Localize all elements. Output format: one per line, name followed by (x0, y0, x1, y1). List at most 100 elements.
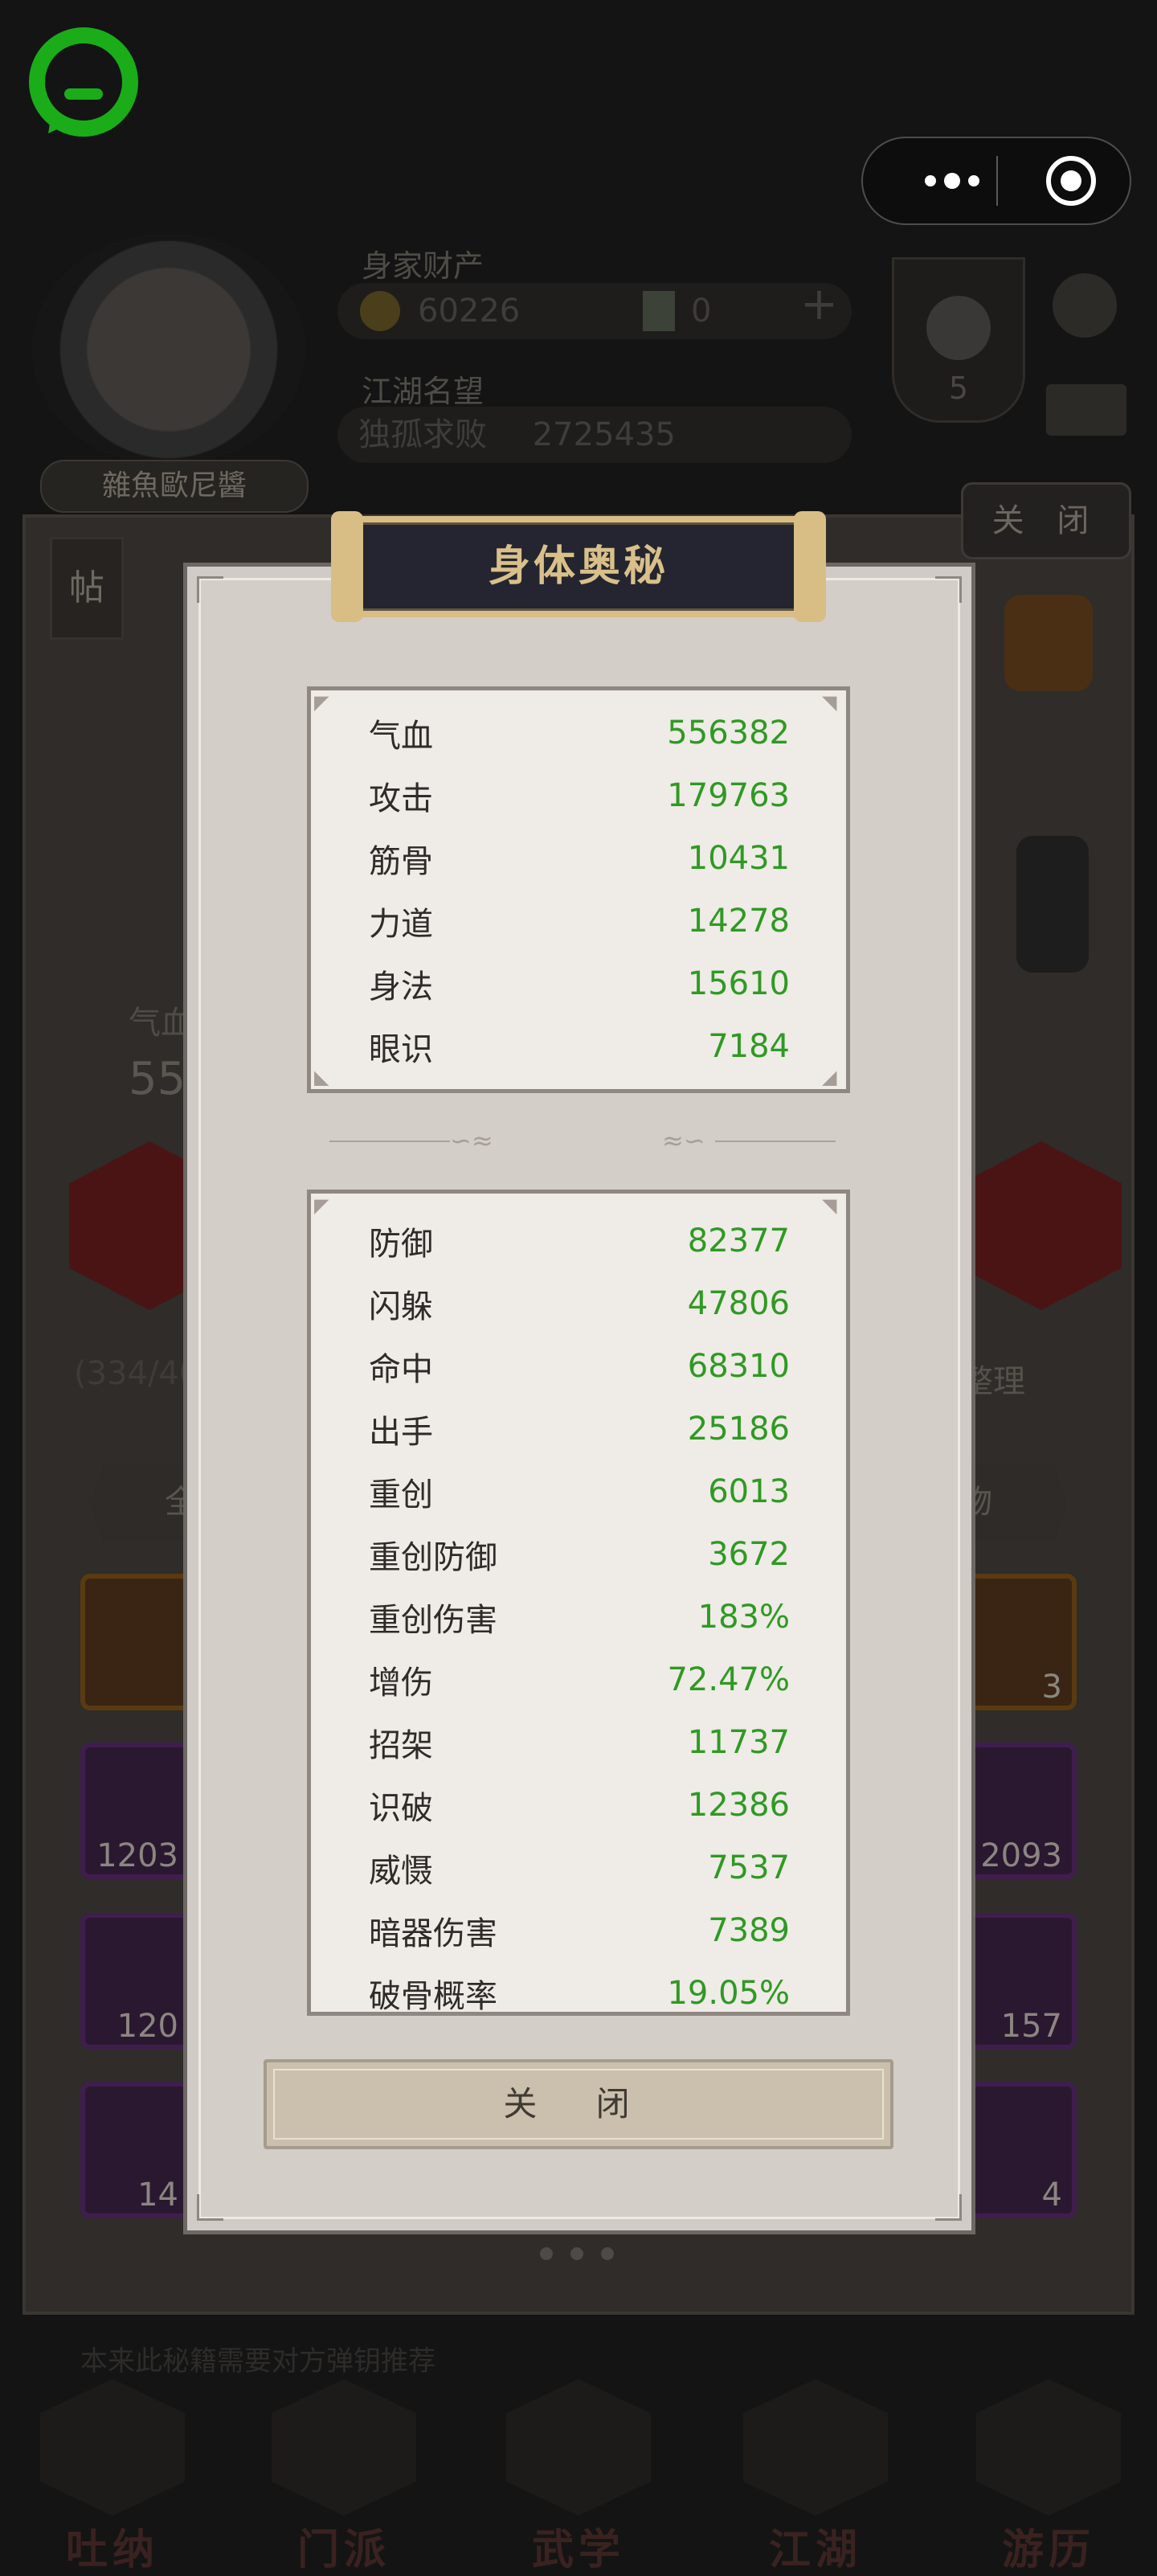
inventory-slot[interactable]: 2093 (964, 1743, 1077, 1879)
stat-name: 重创伤害 (369, 1602, 497, 1639)
music-emblem-icon[interactable] (1004, 595, 1093, 691)
inventory-slot[interactable]: 3 (964, 1574, 1077, 1710)
fame-label: 江湖名望 (362, 374, 484, 409)
vital-value: 55 (129, 1053, 186, 1105)
level-badge[interactable]: 5 (892, 257, 1025, 423)
secondary-stats-box[interactable]: ◤ ◥ 防御 82377 闪躲 47806 命中 68310 出手 25186 重创 60… (307, 1190, 850, 2016)
stat-row-perception: 眼识 7184 (311, 1015, 846, 1078)
coins-value: 60226 (418, 293, 521, 330)
stat-name: 命中 (369, 1351, 433, 1388)
yin-yang-icon (926, 296, 991, 360)
stat-row-critical-damage: 重创伤害 183% (311, 1586, 846, 1648)
stat-value: 10431 (687, 840, 790, 877)
nav-jianghu[interactable]: 江湖 (727, 2379, 904, 2574)
stat-row-parry: 招架 11737 (311, 1711, 846, 1774)
tuna-icon (40, 2379, 185, 2516)
jianghu-icon (743, 2379, 888, 2516)
inventory-slot[interactable]: 157 (964, 1913, 1077, 2050)
stat-row-initiative: 出手 25186 (311, 1398, 846, 1460)
more-dots-icon[interactable] (900, 138, 1004, 223)
mini-program-capsule (861, 137, 1131, 225)
target-close-icon[interactable] (1046, 156, 1096, 206)
assets-label: 身家财产 (362, 248, 484, 284)
stat-value: 179763 (667, 777, 790, 814)
nav-label: 门派 (296, 2526, 390, 2574)
stat-name: 身法 (369, 969, 433, 1005)
stat-value: 3672 (708, 1536, 790, 1573)
nav-label: 游历 (1001, 2526, 1095, 2574)
inventory-slot[interactable]: 120 (80, 1913, 193, 2050)
stat-name: 暗器伤害 (369, 1915, 497, 1952)
stat-value: 68310 (687, 1348, 790, 1385)
modal-title: 身体奥秘 (342, 522, 815, 611)
stat-row-hp: 气血 556382 (311, 702, 846, 764)
stat-value: 7389 (708, 1912, 790, 1949)
stat-name: 破骨概率 (369, 1978, 497, 2015)
title-cap (794, 511, 826, 622)
stat-value: 25186 (687, 1411, 790, 1448)
stat-name: 出手 (369, 1414, 433, 1451)
stat-row-agility: 身法 15610 (311, 952, 846, 1015)
stat-value: 6013 (708, 1473, 790, 1510)
gear-icon[interactable] (1053, 273, 1117, 338)
stat-name: 闪躲 (369, 1288, 433, 1325)
wechat-chat-icon[interactable] (27, 27, 140, 140)
nav-label: 武学 (531, 2526, 625, 2574)
nav-label: 吐纳 (65, 2526, 159, 2574)
level-value: 5 (948, 371, 969, 406)
stat-name: 力道 (369, 906, 433, 943)
stat-name: 防御 (369, 1226, 433, 1263)
primary-stats-box: ◤ ◥ ◣ ◢ 气血 556382 攻击 179763 筋骨 10431 力道 1427… (307, 686, 850, 1093)
inventory-capacity: (334/40 (74, 1355, 200, 1392)
fame-bar: 独孤求败 2725435 (337, 407, 852, 463)
stat-value: 47806 (687, 1285, 790, 1322)
martial-icon (506, 2379, 651, 2516)
corner-ornament (935, 576, 962, 603)
coin-icon (360, 291, 400, 331)
nav-tuna[interactable]: 吐纳 (24, 2379, 201, 2574)
stat-name: 眼识 (369, 1031, 433, 1068)
player-avatar[interactable] (32, 233, 305, 466)
stat-row-accuracy: 命中 68310 (311, 1335, 846, 1398)
nav-label: 江湖 (768, 2526, 862, 2574)
inventory-slot[interactable] (80, 1574, 193, 1710)
panel-close-button[interactable]: 关 闭 (961, 482, 1131, 559)
stat-row-defense: 防御 82377 (311, 1210, 846, 1272)
stat-value: 82377 (687, 1222, 790, 1259)
notice-text: 本来此秘籍需要对方弹钥推荐 (80, 2345, 435, 2377)
stat-row-critical-defense: 重创防御 3672 (311, 1523, 846, 1586)
inventory-slot[interactable]: 1203 (80, 1743, 193, 1879)
add-currency-button[interactable]: + (800, 278, 838, 330)
stat-value: 11737 (687, 1724, 790, 1761)
stat-name: 招架 (369, 1727, 433, 1764)
invitation-button[interactable]: 帖 (50, 537, 124, 640)
mask-item-icon[interactable] (1016, 836, 1089, 973)
stat-name: 气血 (369, 718, 433, 755)
nav-travel[interactable]: 游历 (960, 2379, 1137, 2574)
stat-value: 7537 (708, 1849, 790, 1886)
stat-row-bone-break-chance: 破骨概率 19.05% (311, 1962, 846, 2015)
stat-row-hidden-weapon-damage: 暗器伤害 7389 (311, 1899, 846, 1962)
nav-martial[interactable]: 武学 (490, 2379, 667, 2574)
currency-bar: 60226 (337, 283, 852, 339)
divider-line (329, 1141, 450, 1142)
corner-ornament (935, 2194, 962, 2221)
corner-ornament (197, 2194, 223, 2221)
stat-row-insight: 识破 12386 (311, 1774, 846, 1837)
nav-sect[interactable]: 门派 (256, 2379, 432, 2574)
stat-name: 识破 (369, 1790, 433, 1827)
player-name: 雜魚歐尼醬 (40, 460, 309, 513)
modal-title-plate: 身体奥秘 (331, 511, 826, 622)
sect-icon (272, 2379, 416, 2516)
inventory-slot[interactable]: 4 (964, 2082, 1077, 2218)
fame-value: 2725435 (532, 416, 676, 453)
rank-title: 独孤求败 (358, 416, 487, 453)
corner-ornament (197, 576, 223, 603)
gem-icon (643, 291, 675, 331)
inventory-slot[interactable]: 14 (80, 2082, 193, 2218)
mail-icon[interactable] (1046, 384, 1126, 436)
capsule-divider (996, 156, 998, 206)
close-button[interactable]: 关 闭 (264, 2059, 893, 2149)
stat-name: 增伤 (369, 1665, 433, 1702)
stat-row-critical: 重创 6013 (311, 1460, 846, 1523)
